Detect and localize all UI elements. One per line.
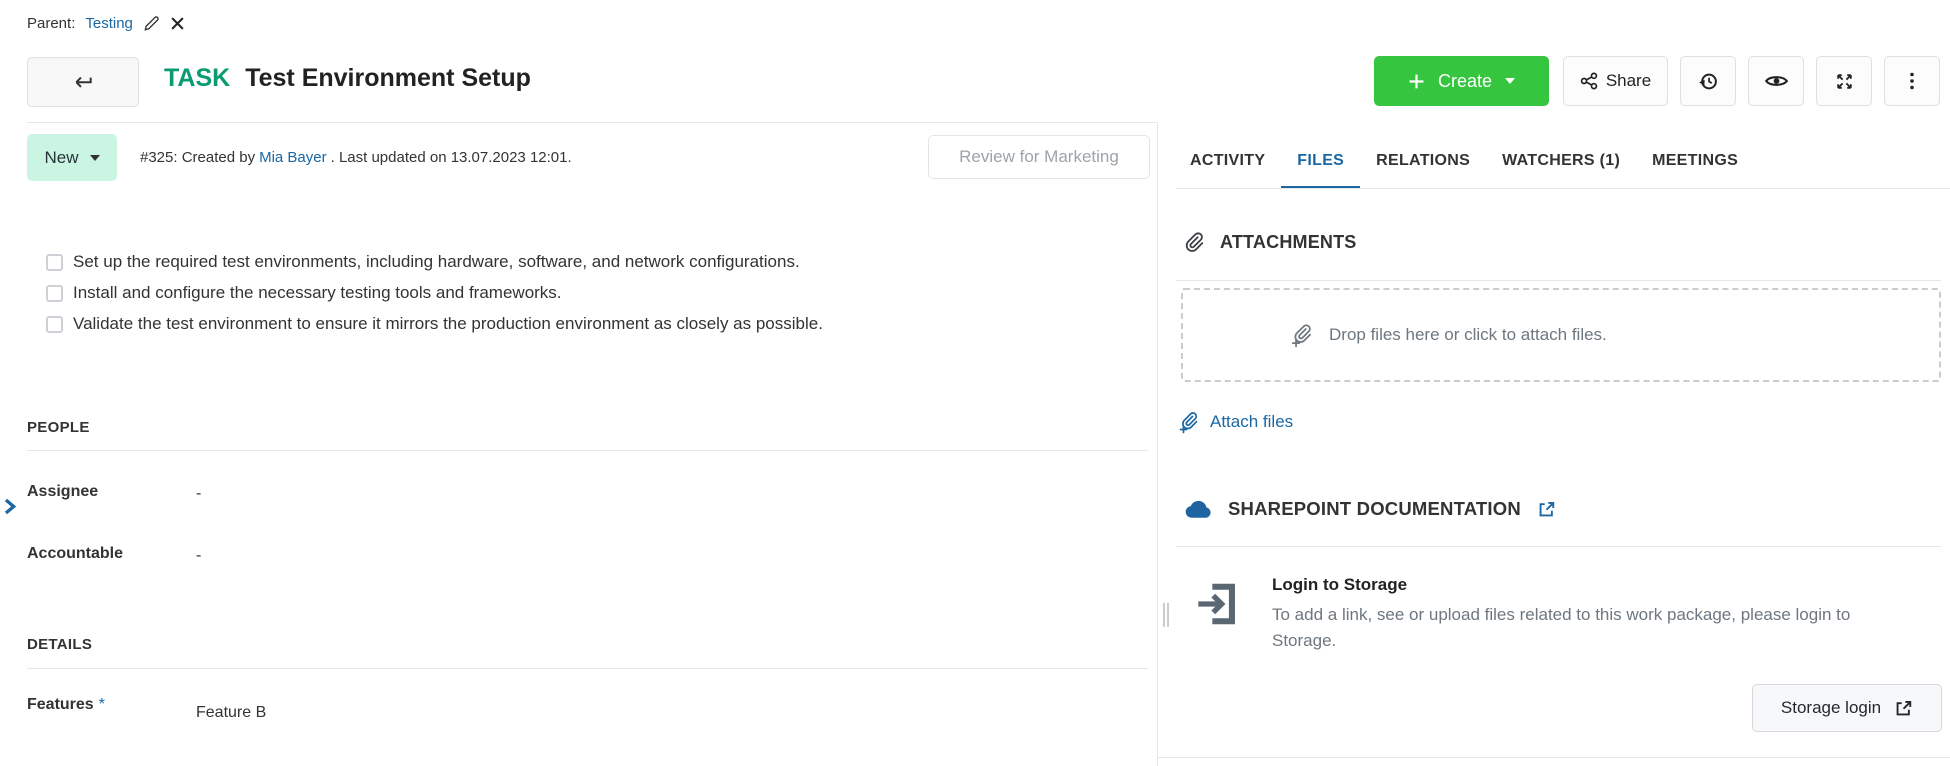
kebab-menu-icon <box>1909 71 1915 91</box>
caret-down-icon <box>1505 78 1515 84</box>
checklist-item-label: Validate the test environment to ensure … <box>73 314 823 334</box>
section-divider <box>27 668 1148 669</box>
create-button[interactable]: Create <box>1374 56 1549 106</box>
caret-down-icon <box>90 155 100 161</box>
file-dropzone[interactable]: Drop files here or click to attach files… <box>1181 288 1941 382</box>
storage-login-button[interactable]: Storage login <box>1752 684 1942 732</box>
checklist-item-label: Install and configure the necessary test… <box>73 283 562 303</box>
drag-handle-icon[interactable] <box>1163 603 1169 627</box>
checklist-item: Validate the test environment to ensure … <box>46 313 823 335</box>
checkbox[interactable] <box>46 254 63 271</box>
tab-activity[interactable]: ACTIVITY <box>1174 135 1281 189</box>
attachments-heading: ATTACHMENTS <box>1220 232 1357 253</box>
attach-files-link[interactable]: Attach files <box>1178 410 1293 434</box>
tab-relations[interactable]: RELATIONS <box>1360 135 1486 189</box>
create-button-label: Create <box>1438 71 1492 92</box>
storage-login-description: To add a link, see or upload files relat… <box>1272 602 1912 655</box>
section-divider <box>1176 280 1941 281</box>
workflow-transition-button[interactable]: Review for Marketing <box>928 135 1150 179</box>
cloud-icon <box>1184 499 1212 519</box>
features-value[interactable]: Feature B <box>196 704 266 722</box>
section-divider <box>27 450 1148 451</box>
attach-files-label: Attach files <box>1210 412 1293 432</box>
work-package-type[interactable]: TASK <box>164 64 230 93</box>
dropzone-content: Drop files here or click to attach files… <box>1290 290 1607 380</box>
tab-meetings[interactable]: MEETINGS <box>1636 135 1754 189</box>
required-marker: * <box>99 696 105 713</box>
checkbox[interactable] <box>46 316 63 333</box>
history-clock-icon <box>1698 71 1719 92</box>
panel-divider <box>1157 122 1158 766</box>
checklist-item-label: Set up the required test environments, i… <box>73 252 800 272</box>
storage-login-title: Login to Storage <box>1272 575 1407 595</box>
section-divider <box>1176 546 1941 547</box>
status-label: New <box>44 148 78 168</box>
eye-icon <box>1765 74 1788 88</box>
chevron-right-icon[interactable] <box>2 497 17 516</box>
page-title: TASK Test Environment Setup <box>164 64 531 93</box>
share-button-label: Share <box>1606 71 1651 91</box>
tabs-divider <box>1176 188 1950 189</box>
parent-label: Parent: <box>27 15 75 32</box>
plus-icon <box>1408 73 1425 90</box>
close-icon[interactable] <box>170 16 185 31</box>
checklist-item: Install and configure the necessary test… <box>46 282 823 304</box>
description-checklist: Set up the required test environments, i… <box>46 251 823 335</box>
share-icon <box>1580 72 1598 90</box>
status-dropdown[interactable]: New <box>27 134 117 181</box>
people-section-heading: PEOPLE <box>27 419 90 436</box>
paperclip-icon <box>1184 232 1205 253</box>
author-link[interactable]: Mia Bayer <box>259 149 327 166</box>
attachments-section: ATTACHMENTS <box>1184 232 1357 253</box>
accountable-value[interactable]: - <box>196 547 201 565</box>
work-package-page: Parent: Testing TASK Test Environment Se… <box>0 0 1950 766</box>
checklist-item: Set up the required test environments, i… <box>46 251 823 273</box>
back-button[interactable] <box>27 57 139 107</box>
activity-history-button[interactable] <box>1680 56 1736 106</box>
paperclip-plus-icon <box>1178 410 1200 434</box>
external-link-icon <box>1894 699 1913 718</box>
assignee-label: Assignee <box>27 483 98 501</box>
tab-files[interactable]: FILES <box>1281 135 1360 189</box>
breadcrumb: Parent: Testing <box>27 12 185 34</box>
expand-icon <box>1835 72 1854 91</box>
fullscreen-button[interactable] <box>1816 56 1872 106</box>
details-section-heading: DETAILS <box>27 636 92 653</box>
assignee-value[interactable]: - <box>196 485 201 503</box>
accountable-label: Accountable <box>27 545 123 563</box>
meta-prefix: #325: Created by <box>140 149 255 166</box>
login-arrow-icon <box>1196 580 1238 628</box>
more-menu-button[interactable] <box>1884 56 1940 106</box>
storage-heading-label: SHAREPOINT DOCUMENTATION <box>1228 498 1521 520</box>
header-divider <box>27 122 1157 123</box>
storage-bottom-divider <box>1157 757 1950 758</box>
features-label: Features* <box>27 696 105 714</box>
external-link-icon <box>1537 500 1556 519</box>
storage-section-heading[interactable]: SHAREPOINT DOCUMENTATION <box>1184 498 1556 520</box>
meta-suffix: . Last updated on 13.07.2023 12:01. <box>331 149 572 166</box>
parent-link[interactable]: Testing <box>85 15 133 32</box>
dropzone-text: Drop files here or click to attach files… <box>1329 325 1607 345</box>
paperclip-plus-icon <box>1290 322 1314 348</box>
tab-watchers[interactable]: WATCHERS (1) <box>1486 135 1636 189</box>
work-package-title: Test Environment Setup <box>245 64 531 93</box>
detail-tabs: ACTIVITY FILES RELATIONS WATCHERS (1) ME… <box>1174 135 1754 189</box>
work-package-meta: #325: Created by Mia Bayer . Last update… <box>140 134 572 181</box>
eye-watch-button[interactable] <box>1748 56 1804 106</box>
storage-login-button-label: Storage login <box>1781 698 1881 718</box>
checkbox[interactable] <box>46 285 63 302</box>
back-arrow-icon <box>73 74 94 90</box>
pencil-icon[interactable] <box>143 15 160 32</box>
share-button[interactable]: Share <box>1563 56 1668 106</box>
